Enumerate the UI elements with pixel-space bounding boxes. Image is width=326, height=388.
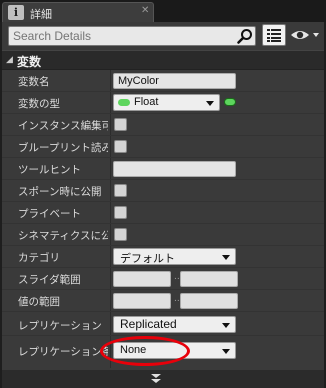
value-range-min-field[interactable] [113,293,171,309]
expose-on-spawn-checkbox[interactable] [114,184,127,197]
row-value-range: 値の範囲 .. [2,290,324,312]
details-tab[interactable]: i 詳細 ✕ [2,2,154,22]
variable-name-field[interactable]: MyColor [113,73,236,89]
row-tooltip: ツールヒント [2,158,324,180]
row-expose-on-spawn: スポーン時に公開 [2,180,324,202]
row-divider [2,335,324,336]
chevron-down-icon [222,323,230,328]
replication-dropdown[interactable]: Replicated [113,316,236,333]
row-label: プライベート [18,208,81,220]
details-panel: ◢ 変数 変数名 MyColor 変数の型 Float インスタンス編集可 ブル… [2,22,324,388]
tab-close-icon[interactable]: ✕ [141,5,149,16]
private-checkbox[interactable] [114,206,127,219]
chevron-down-icon [222,349,230,354]
row-variable-name: 変数名 MyColor [2,70,324,92]
replication-condition-dropdown[interactable]: None [113,342,236,359]
tab-title: 詳細 [30,8,52,21]
row-label: インスタンス編集可 [18,120,108,132]
row-label: 変数の型 [18,98,60,110]
tooltip-field[interactable] [113,161,236,177]
chevron-down-icon [222,255,230,260]
row-label: 変数名 [18,76,50,88]
row-label: スライダ範囲 [18,274,81,286]
section-header-variable[interactable]: ◢ 変数 [2,50,324,70]
row-divider [2,311,324,312]
row-label: 値の範囲 [18,296,60,308]
range-separator: .. [174,272,180,282]
range-separator: .. [174,294,180,304]
float-pin-icon [118,99,130,106]
category-dropdown[interactable]: デフォルト [113,248,236,265]
row-replication: レプリケーション Replicated [2,314,324,336]
search-input[interactable] [9,27,237,45]
chevron-down-icon [151,374,161,383]
advanced-expander[interactable] [2,370,324,388]
section-collapse-icon: ◢ [6,55,13,65]
value-range-max-field[interactable] [180,293,238,309]
list-view-icon [267,29,281,42]
replication-condition-value: None [120,344,147,356]
row-label: シネマティクスに公 [18,230,108,242]
row-label: レプリケーション [18,320,102,332]
replication-value: Replicated [120,317,177,331]
list-view-button[interactable] [262,24,286,46]
tab-bar: i 詳細 ✕ [0,0,326,22]
row-expose-to-cinematics: シネマティクスに公 [2,224,324,246]
chevron-down-icon [206,101,214,106]
row-label: スポーン時に公開 [18,186,102,198]
row-instance-editable: インスタンス編集可 [2,114,324,136]
row-variable-type: 変数の型 Float [2,92,324,114]
eye-icon [291,31,319,39]
eye-button[interactable] [290,26,320,44]
container-type-icon[interactable] [224,98,236,106]
instance-editable-checkbox[interactable] [114,118,127,131]
row-label: カテゴリ [18,252,60,264]
search-box[interactable] [8,26,256,46]
blueprint-readonly-checkbox[interactable] [114,140,127,153]
expose-to-cinematics-checkbox[interactable] [114,228,127,241]
row-replication-condition: レプリケーション条 None [2,340,324,362]
row-private: プライベート [2,202,324,224]
row-label: ブループリント読み [18,142,108,154]
variable-type-value: Float [134,96,159,108]
row-slider-range: スライダ範囲 .. [2,268,324,290]
variable-type-dropdown[interactable]: Float [113,94,220,111]
row-blueprint-readonly: ブループリント読み [2,136,324,158]
search-icon[interactable] [237,28,253,44]
row-label: ツールヒント [18,164,81,176]
slider-range-max-field[interactable] [180,271,238,287]
row-label: レプリケーション条 [18,346,108,358]
slider-range-min-field[interactable] [113,271,171,287]
row-category: カテゴリ デフォルト [2,246,324,268]
info-icon: i [8,5,24,20]
category-value: デフォルト [120,253,175,265]
section-title: 変数 [17,55,42,69]
